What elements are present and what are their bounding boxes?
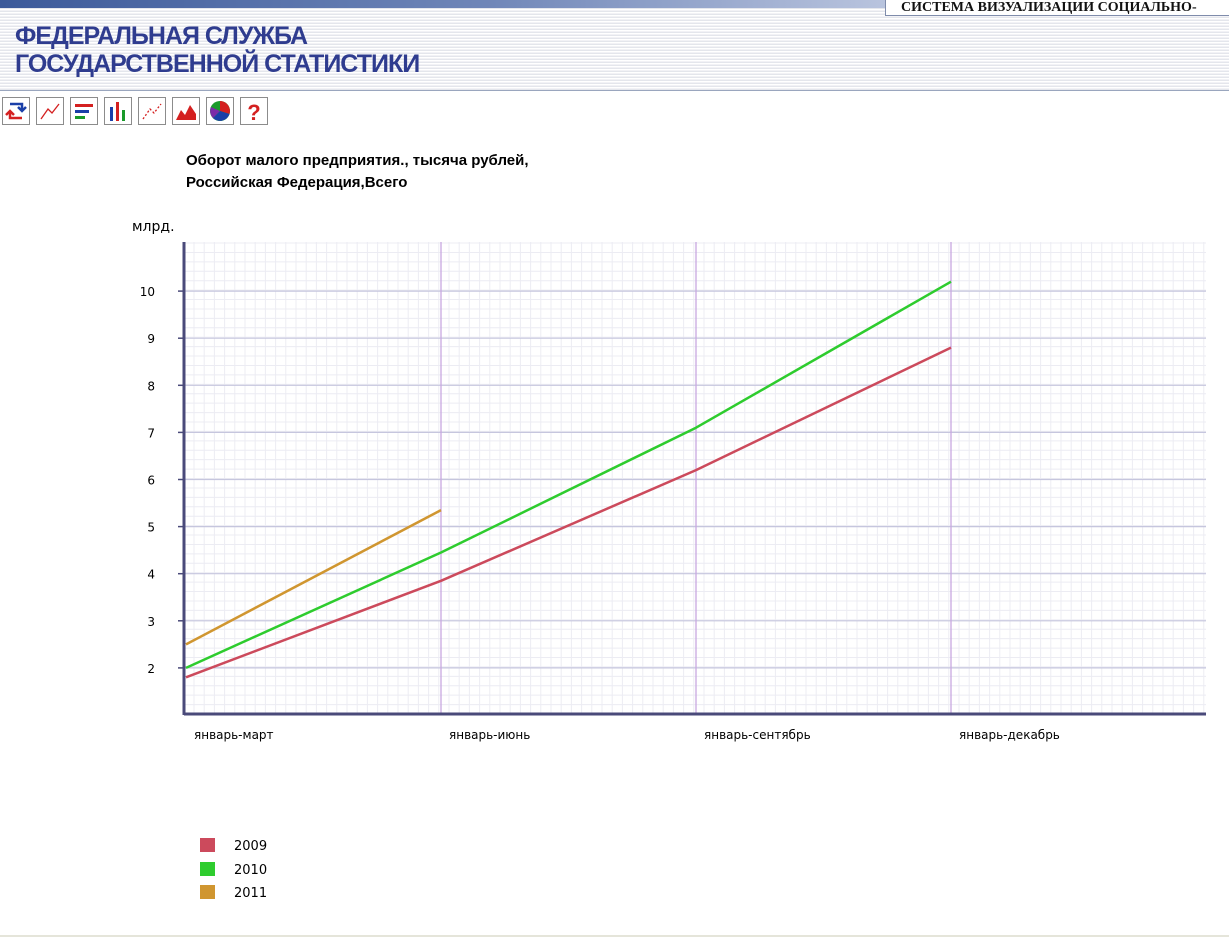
legend-swatch bbox=[200, 838, 215, 852]
x-tick-label: январь-декабрь bbox=[959, 728, 1060, 742]
x-tick-label: январь-март bbox=[194, 728, 274, 742]
x-tick-label: январь-июнь bbox=[449, 728, 530, 742]
legend-swatch bbox=[200, 861, 215, 876]
legend-label: 2010 bbox=[234, 862, 268, 878]
x-tick-label: январь-сентябрь bbox=[704, 728, 811, 742]
y-tick-label: 8 bbox=[147, 379, 155, 393]
y-axis-unit-label: млрд. bbox=[132, 219, 175, 235]
y-tick-label: 9 bbox=[147, 332, 155, 346]
y-tick-label: 10 bbox=[140, 285, 155, 299]
legend-swatch bbox=[200, 885, 215, 899]
legend-label: 2009 bbox=[234, 839, 268, 854]
chart-grid bbox=[184, 242, 1206, 714]
y-tick-label: 4 bbox=[147, 568, 155, 582]
y-tick-label: 7 bbox=[147, 426, 155, 440]
y-tick-label: 6 bbox=[147, 474, 155, 488]
y-tick-label: 2 bbox=[147, 662, 155, 676]
legend-label: 2011 bbox=[234, 886, 268, 901]
y-tick-label: 3 bbox=[147, 615, 155, 629]
line-chart: 2 3 4 5 6 7 8 9 10 январь-март январь-июнь январь-с… bbox=[132, 219, 1206, 742]
y-tick-label: 5 bbox=[147, 521, 155, 535]
